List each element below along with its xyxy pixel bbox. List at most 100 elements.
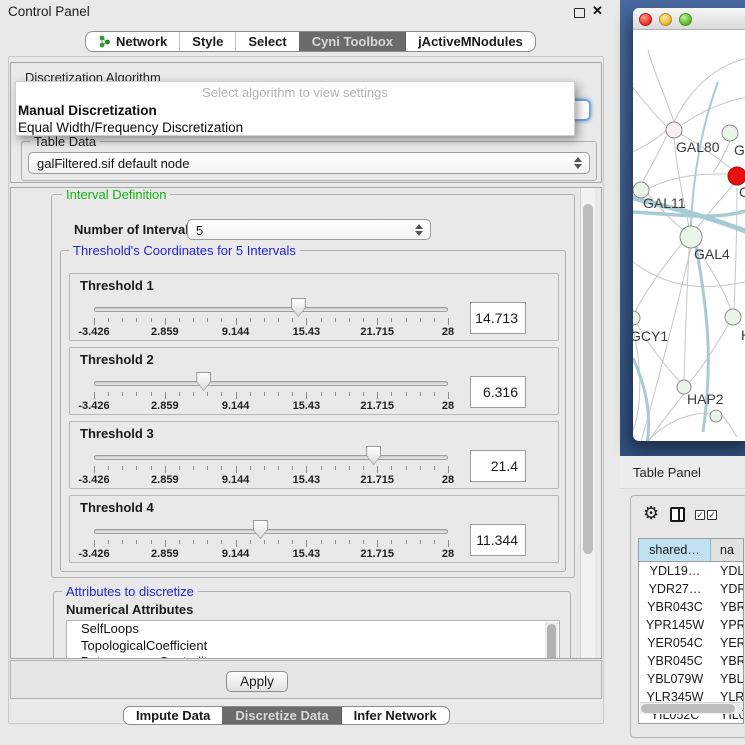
network-node-gcy1[interactable] — [633, 311, 640, 325]
desktop-background: GAL80G.CGAL11GAL4GCY1HHAP2 — [620, 0, 745, 456]
network-canvas[interactable]: GAL80G.CGAL11GAL4GCY1HHAP2 — [633, 30, 745, 441]
network-edge[interactable] — [633, 262, 745, 287]
table-row[interactable]: YDL19…YDL1 — [639, 562, 743, 580]
table-cell[interactable]: YBL0 — [711, 670, 743, 688]
tab-discretize-data[interactable]: Discretize Data — [222, 707, 340, 724]
tab-label: Discretize Data — [235, 707, 328, 724]
network-edge[interactable] — [674, 57, 745, 122]
table-cell[interactable]: YER0 — [711, 634, 743, 652]
panel-scrollbar-thumb[interactable] — [583, 204, 593, 554]
slider-thumb[interactable] — [196, 372, 211, 391]
slider-track[interactable] — [94, 529, 448, 534]
table-cell[interactable]: YER054C — [639, 634, 711, 652]
split-columns-icon[interactable] — [670, 507, 685, 522]
slider-thumb[interactable] — [253, 520, 268, 539]
slider-thumb[interactable] — [291, 298, 306, 317]
number-of-intervals-combobox[interactable]: 5 — [187, 219, 431, 240]
table-row[interactable]: YBL079WYBL0 — [639, 670, 743, 688]
table-cell[interactable]: YPR145W — [639, 616, 711, 634]
tick — [377, 466, 378, 473]
network-edge[interactable] — [649, 174, 730, 188]
tab-infer-network[interactable]: Infer Network — [341, 707, 449, 724]
tab-select[interactable]: Select — [235, 32, 298, 51]
dropdown-option-manual-discretization[interactable]: Manual Discretization — [18, 102, 572, 119]
network-edge[interactable] — [633, 130, 666, 152]
slider-tick-label: 9.144 — [222, 326, 250, 338]
table-cell[interactable]: YBR043C — [639, 598, 711, 616]
close-window-icon[interactable] — [639, 13, 652, 26]
checkbox-icon[interactable]: ✓ — [707, 510, 717, 520]
list-scrollbar[interactable] — [545, 622, 558, 659]
tab-impute-data[interactable]: Impute Data — [124, 707, 222, 724]
gear-icon[interactable]: ⚙ — [643, 503, 659, 524]
network-window[interactable]: GAL80G.CGAL11GAL4GCY1HHAP2 — [633, 8, 745, 441]
attribute-item-selfloops[interactable]: SelfLoops — [67, 621, 559, 638]
network-node[interactable] — [710, 410, 722, 422]
attribute-item-betweennesscentrality[interactable]: BetweennessCentrality — [67, 654, 559, 659]
slider-tick-label: 2.859 — [151, 400, 179, 412]
table-cell[interactable]: YBR0 — [711, 598, 743, 616]
threshold-value-field[interactable]: 21.4 — [470, 450, 526, 482]
network-edge[interactable] — [643, 135, 667, 182]
network-node-g[interactable] — [722, 125, 738, 141]
tab-jactivemnodules[interactable]: jActiveMNodules — [405, 32, 535, 51]
slider-thumb[interactable] — [366, 446, 381, 465]
list-scrollbar-thumb[interactable] — [547, 624, 556, 659]
table-cell[interactable]: YBL079W — [639, 670, 711, 688]
tick — [250, 540, 251, 544]
tick — [349, 392, 350, 396]
network-edge[interactable] — [682, 96, 745, 125]
node-table[interactable]: shared…na YDL19…YDL1YDR27…YDR2YBR043CYBR… — [638, 538, 744, 724]
slider-track[interactable] — [94, 381, 448, 386]
table-cell[interactable]: YBR045C — [639, 652, 711, 670]
slider-track[interactable] — [94, 307, 448, 312]
network-node-gal4[interactable] — [680, 226, 702, 248]
tab-style[interactable]: Style — [179, 32, 235, 51]
network-edge[interactable] — [734, 188, 737, 309]
dropdown-option-equal-width-frequency-discretization[interactable]: Equal Width/Frequency Discretization — [18, 119, 572, 136]
threshold-value-field[interactable]: 14.713 — [470, 302, 526, 334]
network-node-h[interactable] — [725, 309, 741, 325]
table-cell[interactable]: YDR27… — [639, 580, 711, 598]
network-node-c[interactable] — [728, 167, 745, 185]
network-edge[interactable] — [633, 358, 649, 441]
apply-button[interactable]: Apply — [226, 671, 288, 692]
table-row[interactable]: YPR145WYPR1 — [639, 616, 743, 634]
checkbox-icon[interactable]: ✓ — [695, 510, 705, 520]
zoom-window-icon[interactable] — [679, 13, 692, 26]
tab-cyni-toolbox[interactable]: Cyni Toolbox — [299, 32, 405, 51]
table-row[interactable]: YBR043CYBR0 — [639, 598, 743, 616]
table-cell[interactable]: YDR2 — [711, 580, 743, 598]
table-row[interactable]: YDR27…YDR2 — [639, 580, 743, 598]
table-cell[interactable]: YPR1 — [711, 616, 743, 634]
network-edge[interactable] — [633, 72, 666, 126]
slider-track[interactable] — [94, 455, 448, 460]
tick — [250, 318, 251, 322]
attribute-item-topologicalcoefficient[interactable]: TopologicalCoefficient — [67, 638, 559, 655]
table-scrollbar-thumb[interactable] — [641, 704, 735, 713]
table-cell[interactable]: YDL1 — [711, 562, 743, 580]
slider-tick-label: 15.43 — [293, 474, 321, 486]
column-header-na[interactable]: na — [711, 539, 743, 561]
network-node-gal80[interactable] — [666, 122, 682, 138]
network-edge[interactable] — [633, 330, 640, 430]
close-panel-icon[interactable]: ✕ — [592, 3, 603, 19]
table-horizontal-scrollbar[interactable] — [640, 702, 742, 714]
tick — [363, 318, 364, 322]
network-edge[interactable] — [638, 248, 691, 441]
network-window-titlebar[interactable] — [633, 8, 745, 30]
float-panel-icon[interactable] — [574, 8, 585, 18]
table-cell[interactable]: YDL19… — [639, 562, 711, 580]
tab-network[interactable]: Network — [86, 32, 179, 51]
threshold-value-field[interactable]: 6.316 — [470, 376, 526, 408]
minimize-window-icon[interactable] — [659, 13, 672, 26]
numerical-attributes-list[interactable]: SelfLoopsTopologicalCoefficientBetweenne… — [66, 620, 560, 659]
table-row[interactable]: YER054CYER0 — [639, 634, 743, 652]
table-cell[interactable]: YBR0 — [711, 652, 743, 670]
table-data-combobox[interactable]: galFiltered.sif default node — [28, 152, 590, 174]
column-header-shared[interactable]: shared… — [639, 539, 711, 561]
threshold-value-field[interactable]: 11.344 — [470, 524, 526, 556]
panel-scrollbar[interactable] — [580, 188, 595, 658]
network-node-label: GAL11 — [643, 195, 686, 211]
table-row[interactable]: YBR045CYBR0 — [639, 652, 743, 670]
